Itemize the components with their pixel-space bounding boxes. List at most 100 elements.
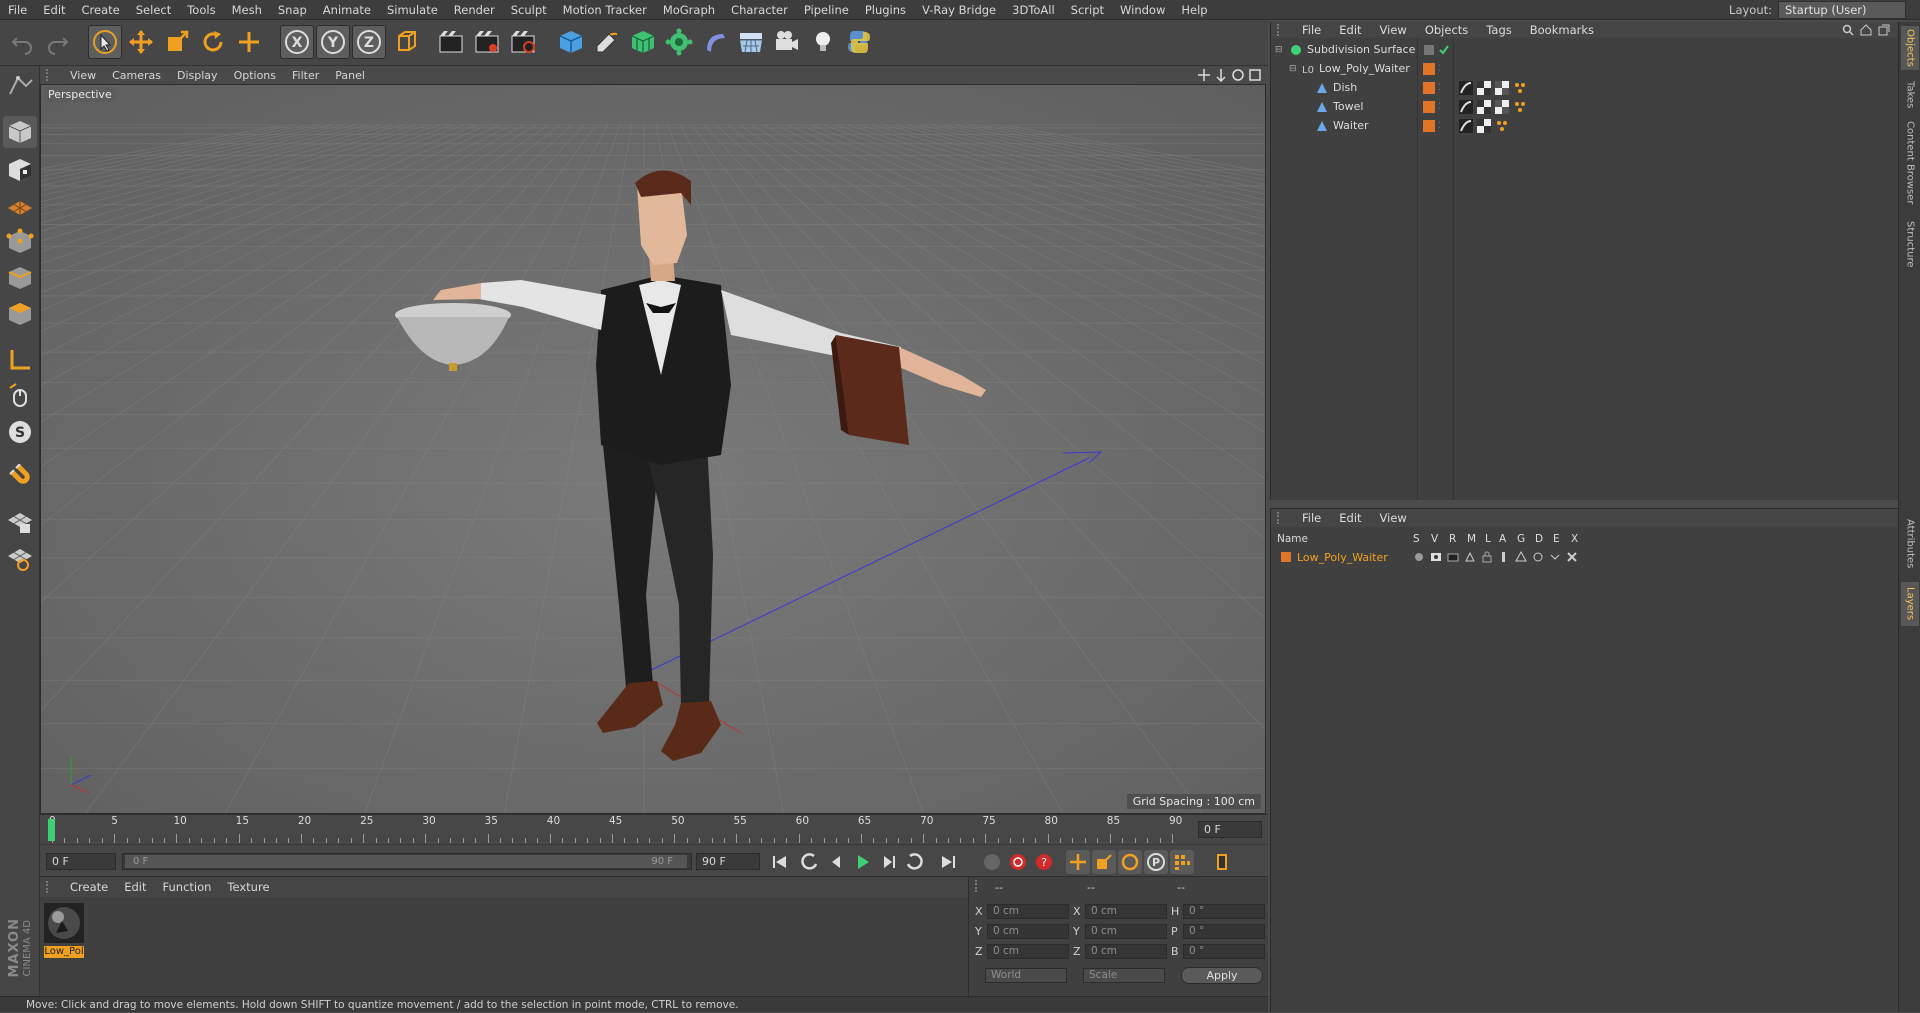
menu-mesh[interactable]: Mesh <box>224 3 270 17</box>
object-menu-view[interactable]: View <box>1371 23 1416 37</box>
visibility-dots[interactable]: ⁚ <box>1438 102 1441 112</box>
x-axis-button[interactable]: X <box>280 25 314 59</box>
timeline-ruler[interactable]: 051015202530354045505560657075808590 0 F <box>40 814 1268 844</box>
position-z-field[interactable]: 0 cm <box>987 944 1069 959</box>
live-selection-icon[interactable] <box>232 25 266 59</box>
rotation-h-field[interactable]: 0 ° <box>1183 904 1265 919</box>
record-icon[interactable] <box>1006 850 1030 874</box>
selection-tag-icon[interactable] <box>1513 100 1527 114</box>
go-to-end-icon[interactable] <box>936 850 960 874</box>
object-name[interactable]: Waiter <box>1333 119 1369 132</box>
apply-button[interactable]: Apply <box>1181 967 1263 984</box>
deformer-icon[interactable] <box>1532 551 1544 563</box>
layout-dropdown[interactable]: Startup (User) <box>1778 1 1906 19</box>
layer-color-swatch[interactable] <box>1423 62 1435 75</box>
z-axis-button[interactable]: Z <box>352 25 386 59</box>
key-position-icon[interactable] <box>1066 850 1090 874</box>
home-icon[interactable] <box>1860 24 1872 36</box>
object-row[interactable]: Dish ⁚ <box>1273 78 1897 97</box>
next-keyframe-icon[interactable] <box>902 850 926 874</box>
snap-icon[interactable]: S <box>3 416 37 448</box>
key-pla-icon[interactable] <box>1170 850 1194 874</box>
end-frame-field[interactable]: 90 F <box>696 853 760 870</box>
layer-col-deformers[interactable]: D <box>1535 533 1543 545</box>
layout-selector[interactable]: Layout: Startup (User) <box>1729 0 1906 20</box>
menu-3dtoall[interactable]: 3DToAll <box>1004 3 1063 17</box>
play-icon[interactable] <box>850 850 874 874</box>
rotation-b-field[interactable]: 0 ° <box>1183 944 1265 959</box>
perspective-scene[interactable] <box>41 85 1266 814</box>
size-z-field[interactable]: 0 cm <box>1085 944 1167 959</box>
workplane-icon[interactable] <box>3 190 37 222</box>
timeline-window-icon[interactable] <box>1210 850 1234 874</box>
menu-simulate[interactable]: Simulate <box>379 3 446 17</box>
python-icon[interactable] <box>842 25 876 59</box>
menu-render[interactable]: Render <box>446 3 503 17</box>
menu-window[interactable]: Window <box>1112 3 1173 17</box>
tab-structure[interactable]: Structure <box>1901 214 1919 274</box>
menu-create[interactable]: Create <box>74 3 128 17</box>
visibility-dots[interactable]: ⁚ <box>1438 83 1441 93</box>
visibility-dots[interactable]: ⁚ <box>1438 64 1441 74</box>
xref-icon[interactable] <box>1566 551 1578 563</box>
layer-col-expressions[interactable]: E <box>1553 533 1560 545</box>
object-menu-edit[interactable]: Edit <box>1330 23 1370 37</box>
edges-mode-icon[interactable] <box>3 262 37 294</box>
select-arrow-icon[interactable] <box>88 25 122 59</box>
layer-col-manager[interactable]: M <box>1467 533 1476 545</box>
expand-icon[interactable]: ⊟ <box>1275 45 1285 55</box>
tab-attributes[interactable]: Attributes <box>1901 512 1919 576</box>
checkmark-icon[interactable] <box>1438 44 1450 56</box>
object-row[interactable]: ⊟ Subdivision Surface <box>1273 40 1897 59</box>
layer-row[interactable]: Low_Poly_Waiter <box>1271 549 1898 565</box>
go-to-start-icon[interactable] <box>768 850 792 874</box>
menu-sculpt[interactable]: Sculpt <box>503 3 555 17</box>
orbit-icon[interactable] <box>1231 68 1245 82</box>
object-name[interactable]: Towel <box>1333 100 1363 113</box>
generator-icon[interactable] <box>1515 551 1527 563</box>
key-scale-icon[interactable] <box>1092 850 1116 874</box>
menu-character[interactable]: Character <box>723 3 796 17</box>
deformer-icon[interactable] <box>698 25 732 59</box>
start-frame-field[interactable]: 0 F <box>46 853 116 870</box>
zoom-icon[interactable] <box>1214 68 1228 82</box>
new-window-icon[interactable] <box>1878 24 1890 36</box>
menu-animate[interactable]: Animate <box>315 3 379 17</box>
menu-plugins[interactable]: Plugins <box>857 3 914 17</box>
selection-tag-icon[interactable] <box>1495 119 1509 133</box>
object-menu-objects[interactable]: Objects <box>1416 23 1477 37</box>
lock-workplane-icon[interactable] <box>3 506 37 538</box>
menu-script[interactable]: Script <box>1063 3 1112 17</box>
menu-tools[interactable]: Tools <box>179 3 223 17</box>
layer-col-solo[interactable]: S <box>1413 533 1420 545</box>
autokey-icon[interactable]: ? <box>1032 850 1056 874</box>
render-picture-viewer-icon[interactable] <box>470 25 504 59</box>
material-menu-function[interactable]: Function <box>155 880 220 894</box>
tab-objects[interactable]: Objects <box>1901 26 1919 70</box>
polygons-mode-icon[interactable] <box>3 298 37 330</box>
eye-icon[interactable] <box>1430 551 1442 563</box>
undo-icon[interactable] <box>6 25 40 59</box>
scale-icon[interactable] <box>160 25 194 59</box>
cube-icon[interactable] <box>554 25 588 59</box>
viewport-menu-display[interactable]: Display <box>169 69 226 82</box>
pen-icon[interactable] <box>590 25 624 59</box>
previous-keyframe-icon[interactable] <box>798 850 822 874</box>
record-disabled-icon[interactable] <box>980 850 1004 874</box>
light-icon[interactable] <box>806 25 840 59</box>
search-icon[interactable] <box>1842 24 1854 36</box>
layer-col-generators[interactable]: G <box>1517 533 1525 545</box>
viewport[interactable]: Perspective Grid Spacing : 100 cm <box>40 84 1266 814</box>
tweak-mode-icon[interactable] <box>3 380 37 412</box>
rotation-p-field[interactable]: 0 ° <box>1183 924 1265 939</box>
range-slider[interactable]: 0 F 90 F <box>122 853 692 870</box>
texture-tag-icon[interactable] <box>1477 80 1491 95</box>
texture-tag-icon[interactable] <box>1495 99 1509 114</box>
material-menu-edit[interactable]: Edit <box>116 880 154 894</box>
layer-col-xref[interactable]: X <box>1571 533 1578 545</box>
object-row[interactable]: Waiter ⁚ <box>1273 116 1897 135</box>
texture-tag-icon[interactable] <box>1477 118 1491 133</box>
object-row[interactable]: ⊟ L0 Low_Poly_Waiter ⁚ <box>1273 59 1897 78</box>
viewport-menu-panel[interactable]: Panel <box>327 69 373 82</box>
menu-motion-tracker[interactable]: Motion Tracker <box>555 3 655 17</box>
